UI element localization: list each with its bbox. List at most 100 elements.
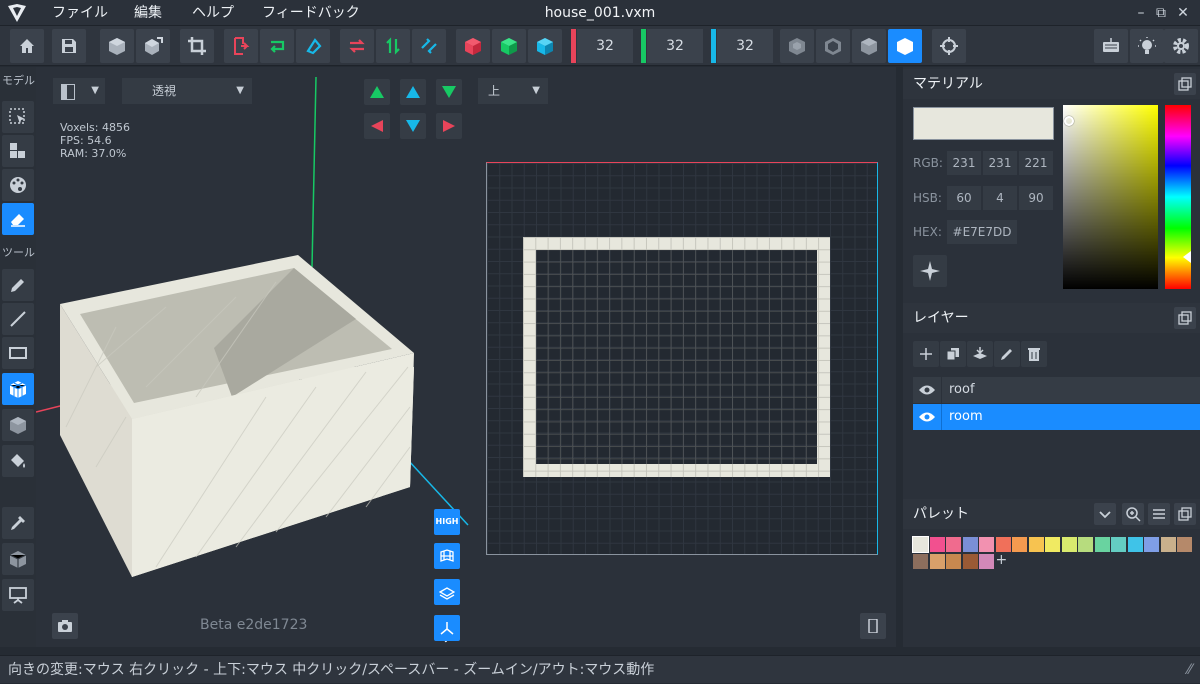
layer-row-room[interactable]: room: [913, 404, 1200, 430]
screenshot-button[interactable]: [52, 613, 78, 639]
cube-blue-button[interactable]: [528, 29, 562, 63]
palette-swatch[interactable]: [929, 554, 945, 569]
palette-swatch[interactable]: [913, 554, 928, 569]
cube-green-button[interactable]: [492, 29, 526, 63]
nudge-left-red-button[interactable]: [364, 113, 390, 139]
grid-view[interactable]: [486, 162, 878, 555]
emissive-button[interactable]: [913, 255, 947, 287]
palette-menu-button[interactable]: [1148, 503, 1170, 525]
hsb-h-field[interactable]: 60: [947, 186, 981, 210]
palette-swatch[interactable]: [1045, 537, 1060, 552]
line-tool[interactable]: [2, 303, 34, 335]
layers-float-button[interactable]: [1174, 307, 1196, 329]
palette-swatch[interactable]: [1127, 537, 1143, 552]
palette-swatch[interactable]: [962, 554, 978, 569]
palette-swatch[interactable]: [962, 537, 978, 552]
resize-grip-icon[interactable]: ⁄⁄: [1187, 656, 1192, 684]
rotate-y-button[interactable]: [260, 29, 294, 63]
import-button[interactable]: [100, 29, 134, 63]
palette-swatch[interactable]: [1028, 537, 1044, 552]
palette-swatch[interactable]: [1078, 537, 1093, 552]
nudge-right-red-button[interactable]: [436, 113, 462, 139]
palette-swatch[interactable]: [1177, 537, 1192, 552]
device-view-button[interactable]: [860, 613, 886, 639]
app-logo-icon[interactable]: [6, 3, 28, 23]
wall-view-button[interactable]: [434, 543, 460, 569]
rectangle-tool[interactable]: [2, 337, 34, 369]
crop-button[interactable]: [180, 29, 214, 63]
menu-file[interactable]: ファイル: [52, 0, 108, 26]
palette-swatch-selected[interactable]: [912, 536, 929, 553]
save-button[interactable]: [52, 29, 86, 63]
rgb-r-field[interactable]: 231: [947, 151, 981, 175]
paint-mode-tool[interactable]: [2, 169, 34, 201]
quality-high-button[interactable]: HIGH: [434, 509, 460, 535]
palette-swatch[interactable]: [995, 537, 1011, 552]
eye-icon[interactable]: [918, 384, 936, 396]
render-wire-button[interactable]: [780, 29, 814, 63]
rotate-z-button[interactable]: [296, 29, 330, 63]
view-mode-select[interactable]: ▼: [53, 78, 105, 104]
nudge-down-green-button[interactable]: [436, 79, 462, 105]
rgb-b-field[interactable]: 221: [1019, 151, 1053, 175]
render-white-button[interactable]: [888, 29, 922, 63]
hue-slider[interactable]: [1165, 105, 1191, 289]
palette-dropdown-button[interactable]: [1094, 503, 1116, 525]
voxelize-tool[interactable]: [2, 543, 34, 575]
nudge-down-blue-button[interactable]: [400, 113, 426, 139]
settings-button[interactable]: [1164, 29, 1198, 63]
add-layer-button[interactable]: [913, 341, 939, 367]
menu-feedback[interactable]: フィードバック: [262, 0, 360, 26]
box-tool[interactable]: [2, 373, 34, 405]
palette-swatch[interactable]: [1144, 537, 1159, 552]
menu-edit[interactable]: 編集: [134, 0, 162, 26]
shape-tool[interactable]: [2, 409, 34, 441]
palette-swatch[interactable]: [979, 554, 994, 569]
saturation-brightness-picker[interactable]: [1063, 105, 1158, 289]
palette-swatch[interactable]: [946, 537, 961, 552]
picker-handle[interactable]: [1064, 116, 1074, 126]
cube-red-button[interactable]: [456, 29, 490, 63]
select-tool[interactable]: [2, 101, 34, 133]
plane-select[interactable]: 上 ▼: [478, 78, 548, 104]
hsb-s-field[interactable]: 4: [983, 186, 1017, 210]
flip-x-button[interactable]: [340, 29, 374, 63]
hex-field[interactable]: #E7E7DD: [947, 220, 1017, 244]
rgb-g-field[interactable]: 231: [983, 151, 1017, 175]
hsb-b-field[interactable]: 90: [1019, 186, 1053, 210]
erase-mode-tool[interactable]: [2, 203, 34, 235]
duplicate-layer-button[interactable]: [940, 341, 966, 367]
fill-tool[interactable]: [2, 445, 34, 477]
keyboard-button[interactable]: [1094, 29, 1128, 63]
layer-row-roof[interactable]: roof: [913, 377, 1200, 403]
menu-help[interactable]: ヘルプ: [192, 0, 234, 26]
delete-layer-button[interactable]: [1021, 341, 1047, 367]
target-button[interactable]: [932, 29, 966, 63]
floor-view-button[interactable]: [434, 579, 460, 605]
axis-view-button[interactable]: [434, 615, 460, 641]
close-button[interactable]: ✕: [1164, 0, 1200, 26]
eye-icon[interactable]: [918, 411, 936, 423]
palette-swatch[interactable]: [946, 554, 961, 569]
move-x-button[interactable]: [224, 29, 258, 63]
rename-layer-button[interactable]: [994, 341, 1020, 367]
viewport[interactable]: ▼ 透視 ▼ Voxels: 4856 FPS: 54.6 RAM: 37.0%…: [36, 67, 896, 647]
dim-z-field[interactable]: 32: [717, 29, 773, 63]
hue-handle[interactable]: [1183, 251, 1191, 263]
palette-zoom-button[interactable]: [1122, 503, 1144, 525]
presentation-tool[interactable]: [2, 579, 34, 611]
projection-select[interactable]: 透視 ▼: [122, 78, 252, 104]
palette-swatch[interactable]: [1061, 537, 1077, 552]
palette-swatch[interactable]: [929, 537, 945, 552]
material-float-button[interactable]: [1174, 73, 1196, 95]
render-outline-button[interactable]: [816, 29, 850, 63]
palette-float-button[interactable]: [1174, 503, 1196, 525]
palette-swatch[interactable]: [1094, 537, 1110, 552]
eyedropper-tool[interactable]: [2, 507, 34, 539]
nudge-up-green-button[interactable]: [364, 79, 390, 105]
home-button[interactable]: [10, 29, 44, 63]
dim-y-field[interactable]: 32: [647, 29, 703, 63]
export-button[interactable]: [136, 29, 170, 63]
light-button[interactable]: [1130, 29, 1164, 63]
palette-swatch[interactable]: [1160, 537, 1176, 552]
